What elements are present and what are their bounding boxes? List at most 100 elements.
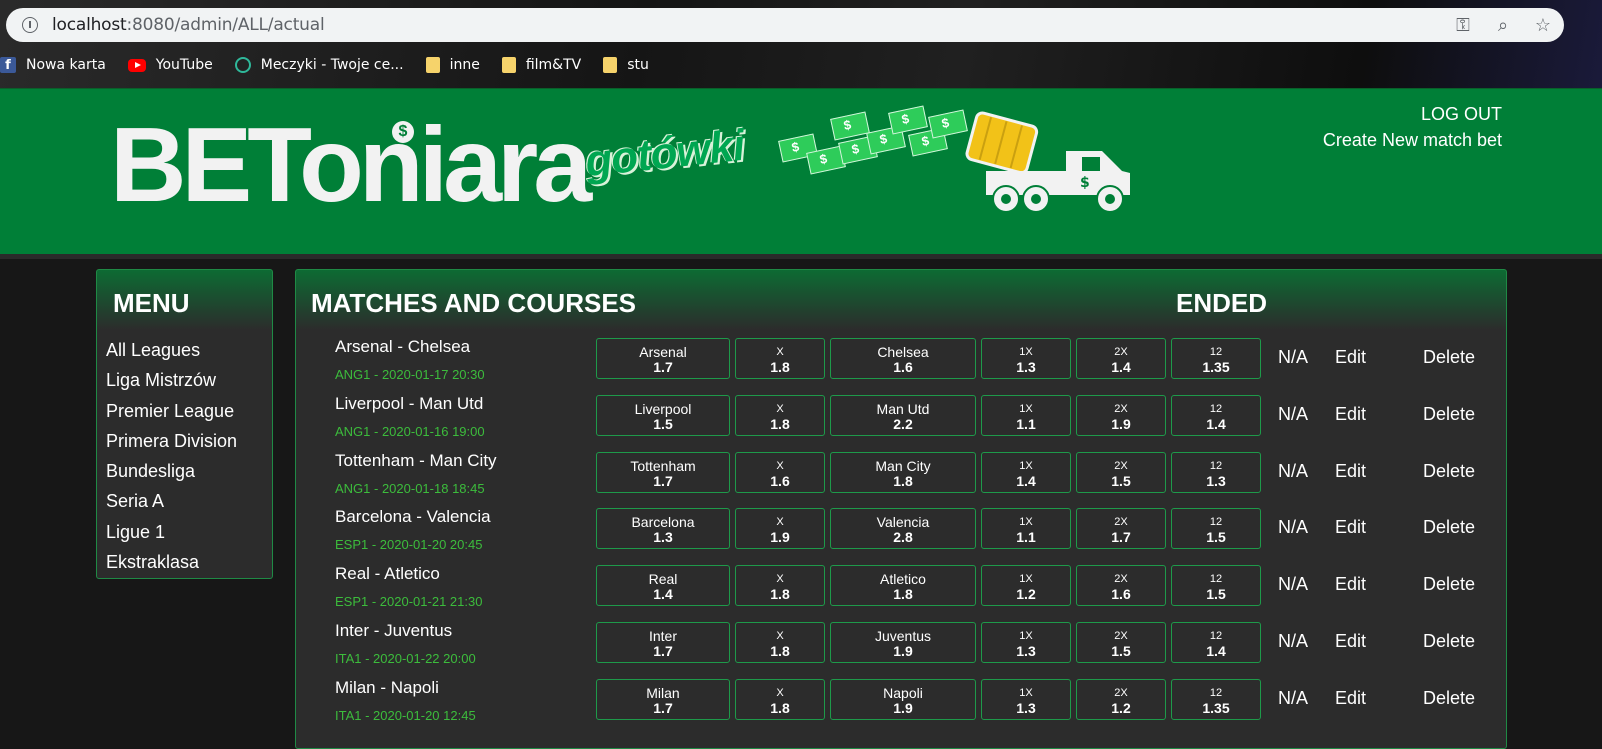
odd-2x-button[interactable]: 2X 1.2 — [1076, 678, 1166, 720]
edit-button[interactable]: Edit — [1335, 631, 1366, 652]
menu-item-ekstraklasa[interactable]: Ekstraklasa — [106, 547, 237, 577]
cement-truck-icon: $ — [965, 111, 1130, 213]
odd-draw-button[interactable]: X 1.8 — [735, 338, 825, 379]
match-meta: ANG1 - 2020-01-18 18:45 — [335, 480, 485, 496]
folder-icon — [501, 57, 516, 73]
odd-value: 1.8 — [893, 586, 913, 603]
address-bar[interactable]: localhost:8080/admin/ALL/actual ⚿ ⌕ ☆ — [6, 8, 1564, 42]
odd-away-button[interactable]: Chelsea 1.6 — [830, 338, 976, 379]
delete-button[interactable]: Delete — [1423, 347, 1475, 368]
odd-away-button[interactable]: Man City 1.8 — [830, 451, 976, 493]
odd-away-button[interactable]: Juventus 1.9 — [830, 621, 976, 663]
odd-2x-button[interactable]: 2X 1.9 — [1076, 394, 1166, 436]
create-match-link[interactable]: Create New match bet — [1323, 127, 1502, 153]
odd-away-button[interactable]: Atletico 1.8 — [830, 565, 976, 607]
odd-value: 1.6 — [770, 472, 790, 489]
odd-1x-button[interactable]: 1X 1.4 — [981, 451, 1071, 493]
odd-value: 1.35 — [1202, 359, 1230, 375]
info-icon[interactable] — [22, 17, 38, 33]
odd-label: 2X — [1114, 686, 1128, 699]
odd-home-button[interactable]: Inter 1.7 — [596, 621, 730, 663]
odd-label: Atletico — [880, 571, 926, 588]
menu-item-primera-division[interactable]: Primera Division — [106, 426, 237, 456]
odd-draw-button[interactable]: X 1.8 — [735, 678, 825, 720]
bookmark-youtube[interactable]: YouTube — [127, 57, 213, 73]
odd-2x-button[interactable]: 2X 1.5 — [1076, 621, 1166, 663]
odd-home-button[interactable]: Liverpool 1.5 — [596, 394, 730, 436]
star-icon[interactable]: ☆ — [1532, 14, 1554, 36]
odd-value: 1.7 — [653, 699, 673, 716]
site-logo[interactable]: BEToniara — [110, 112, 592, 218]
delete-button[interactable]: Delete — [1423, 517, 1475, 538]
delete-button[interactable]: Delete — [1423, 404, 1475, 425]
odd-12-button[interactable]: 12 1.35 — [1171, 678, 1261, 720]
odd-away-button[interactable]: Napoli 1.9 — [830, 678, 976, 720]
odd-12-button[interactable]: 12 1.35 — [1171, 338, 1261, 379]
odd-2x-button[interactable]: 2X 1.4 — [1076, 338, 1166, 379]
result-status: N/A — [1278, 517, 1309, 538]
bookmark-folder-inne[interactable]: inne — [425, 57, 480, 73]
bookmark-nowa-karta[interactable]: f Nowa karta — [0, 57, 106, 73]
odd-label: 12 — [1209, 459, 1223, 472]
odd-home-button[interactable]: Arsenal 1.7 — [596, 338, 730, 379]
odd-value: 1.2 — [1016, 586, 1036, 603]
odd-12-button[interactable]: 12 1.5 — [1171, 508, 1261, 550]
odd-label: 1X — [1019, 346, 1033, 358]
odd-draw-button[interactable]: X 1.8 — [735, 621, 825, 663]
edit-button[interactable]: Edit — [1335, 404, 1366, 425]
url-text[interactable]: localhost:8080/admin/ALL/actual — [52, 15, 325, 35]
odd-value: 1.8 — [770, 415, 790, 432]
result-status: N/A — [1278, 403, 1309, 424]
delete-button[interactable]: Delete — [1423, 461, 1475, 482]
odd-draw-button[interactable]: X 1.8 — [735, 394, 825, 436]
odd-2x-button[interactable]: 2X 1.5 — [1076, 451, 1166, 493]
bookmark-folder-stu[interactable]: stu — [603, 57, 649, 73]
bookmark-meczyki[interactable]: Meczyki - Twoje ce... — [234, 57, 404, 73]
odd-home-button[interactable]: Barcelona 1.3 — [596, 508, 730, 550]
odd-away-button[interactable]: Valencia 2.8 — [830, 508, 976, 550]
key-icon[interactable]: ⚿ — [1452, 14, 1474, 36]
odd-12-button[interactable]: 12 1.5 — [1171, 565, 1261, 607]
delete-button[interactable]: Delete — [1423, 574, 1475, 595]
odd-12-button[interactable]: 12 1.4 — [1171, 394, 1261, 436]
edit-button[interactable]: Edit — [1335, 347, 1366, 368]
odd-label: 2X — [1114, 346, 1128, 358]
menu-item-premier-league[interactable]: Premier League — [106, 396, 237, 426]
edit-button[interactable]: Edit — [1335, 574, 1366, 595]
odd-1x-button[interactable]: 1X 1.1 — [981, 508, 1071, 550]
odd-2x-button[interactable]: 2X 1.7 — [1076, 508, 1166, 550]
menu-item-seria-a[interactable]: Seria A — [106, 486, 237, 516]
menu-item-liga-mistrzow[interactable]: Liga Mistrzów — [106, 365, 237, 395]
odd-home-button[interactable]: Tottenham 1.7 — [596, 451, 730, 493]
logout-link[interactable]: LOG OUT — [1323, 101, 1502, 127]
menu-item-bundesliga[interactable]: Bundesliga — [106, 456, 237, 486]
odd-value: 1.7 — [1111, 529, 1131, 546]
odd-draw-button[interactable]: X 1.6 — [735, 451, 825, 493]
odd-value: 1.35 — [1202, 699, 1230, 716]
odd-label: Inter — [648, 627, 677, 644]
odd-12-button[interactable]: 12 1.4 — [1171, 621, 1261, 663]
odd-1x-button[interactable]: 1X 1.1 — [981, 394, 1071, 436]
odd-away-button[interactable]: Man Utd 2.2 — [830, 394, 976, 436]
edit-button[interactable]: Edit — [1335, 461, 1366, 482]
zoom-icon[interactable]: ⌕ — [1492, 14, 1514, 36]
odd-label: Man Utd — [876, 400, 930, 417]
delete-button[interactable]: Delete — [1423, 631, 1475, 652]
odd-2x-button[interactable]: 2X 1.6 — [1076, 565, 1166, 607]
delete-button[interactable]: Delete — [1423, 688, 1475, 709]
odd-1x-button[interactable]: 1X 1.2 — [981, 565, 1071, 607]
menu-item-all-leagues[interactable]: All Leagues — [106, 335, 237, 365]
edit-button[interactable]: Edit — [1335, 517, 1366, 538]
menu-item-ligue-1[interactable]: Ligue 1 — [106, 517, 237, 547]
odd-value: 1.3 — [653, 529, 673, 546]
edit-button[interactable]: Edit — [1335, 688, 1366, 709]
odd-1x-button[interactable]: 1X 1.3 — [981, 338, 1071, 379]
bookmark-folder-film-tv[interactable]: film&TV — [501, 57, 581, 73]
odd-12-button[interactable]: 12 1.3 — [1171, 451, 1261, 493]
odd-draw-button[interactable]: X 1.9 — [735, 508, 825, 550]
odd-home-button[interactable]: Milan 1.7 — [596, 678, 730, 720]
odd-home-button[interactable]: Real 1.4 — [596, 565, 730, 607]
odd-1x-button[interactable]: 1X 1.3 — [981, 621, 1071, 663]
odd-draw-button[interactable]: X 1.8 — [735, 565, 825, 607]
odd-1x-button[interactable]: 1X 1.3 — [981, 678, 1071, 720]
